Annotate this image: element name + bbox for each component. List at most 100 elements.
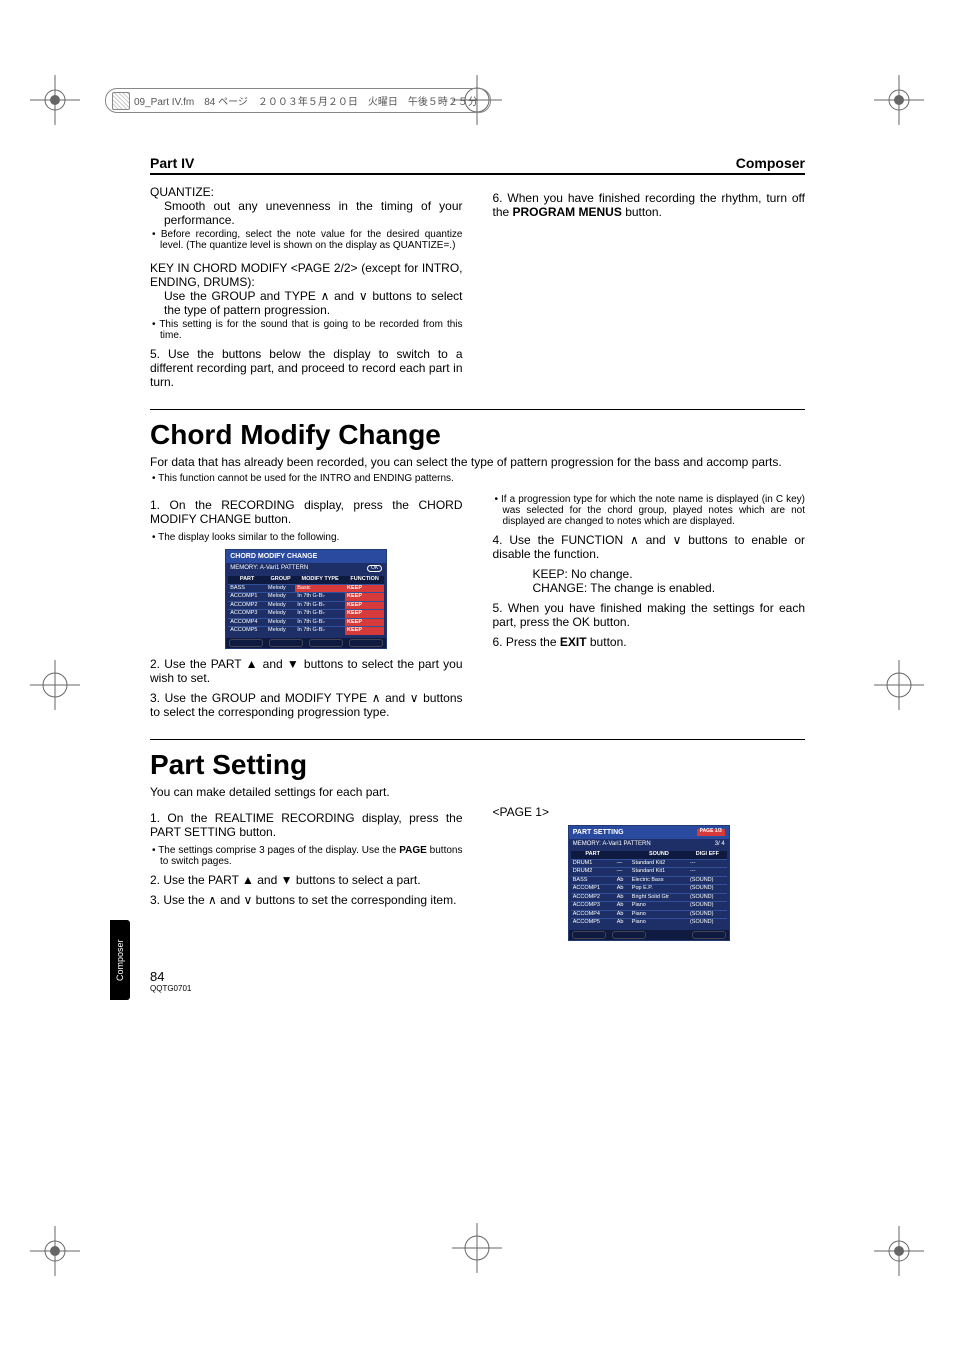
lcd1-cell: ACCOMP2 — [228, 601, 266, 610]
lcd2-cell: (SOUND) — [688, 876, 727, 885]
lcd2-cell: (SOUND) — [688, 902, 727, 911]
crop-mark-icon — [30, 75, 80, 125]
section2-step3: 3. Use the GROUP and MODIFY TYPE ∧ and ∨… — [150, 691, 463, 719]
lcd1-title: CHORD MODIFY CHANGE — [230, 553, 317, 560]
lcd1-cell: KEEP — [345, 593, 384, 602]
lcd2-cell: ACCOMP4 — [571, 910, 615, 919]
lcd2-cell: — — [615, 859, 630, 868]
lcd1-cell: ACCOMP1 — [228, 593, 266, 602]
keyin-head: KEY IN CHORD MODIFY <PAGE 2/2> (except f… — [150, 261, 463, 289]
crop-mark-icon — [874, 75, 924, 125]
lcd1-cell: KEEP — [345, 601, 384, 610]
lcd2-cell: DRUM1 — [571, 859, 615, 868]
lcd1-cell: In 7th G-B♭ — [295, 627, 345, 635]
lcd1-cell: ACCOMP3 — [228, 610, 266, 619]
s2-step4-text: Use the FUNCTION ∧ and ∨ buttons to enab… — [493, 533, 806, 561]
register-mark-icon — [452, 1223, 502, 1276]
lcd1-cell: Melody — [266, 618, 295, 627]
lcd2-cell: Bright Solid Gtr — [630, 893, 688, 902]
lcd1-cell: In 7th G-B♭ — [295, 618, 345, 627]
lcd1-cell: KEEP — [345, 627, 384, 635]
lcd2-cell: (SOUND) — [688, 893, 727, 902]
s3-step1-text: On the REALTIME RECORDING display, press… — [150, 811, 463, 839]
lcd2-cell: ACCOMP5 — [571, 919, 615, 927]
lcd2-cell: Ab — [615, 902, 630, 911]
lcd2-cell: ACCOMP1 — [571, 885, 615, 894]
crop-mark-icon — [30, 1226, 80, 1276]
quantize-body: Smooth out any unevenness in the timing … — [164, 199, 463, 227]
lcd1-col1: GROUP — [266, 576, 295, 584]
lcd1-cell: Melody — [266, 610, 295, 619]
lcd2-cell: Piano — [630, 902, 688, 911]
lcd2-cell: DRUM2 — [571, 868, 615, 877]
section2-step4: 4. Use the FUNCTION ∧ and ∨ buttons to e… — [493, 533, 806, 561]
lcd2-cell: BASS — [571, 876, 615, 885]
lcd1-cell: ACCOMP5 — [228, 627, 266, 635]
lcd1-cell: KEEP — [345, 610, 384, 619]
source-file-meta: 09_Part IV.fm 84 ページ ２００３年５月２０日 火曜日 午後５時… — [105, 88, 491, 113]
lcd2-page: PAGE 1/3 — [697, 829, 725, 836]
lcd2-cell: ACCOMP3 — [571, 902, 615, 911]
lcd2-cell: --- — [688, 859, 727, 868]
s2-step6-pre: Press the — [506, 635, 560, 649]
lcd2-cell: Ab — [615, 919, 630, 927]
section2-step1: 1. On the RECORDING display, press the C… — [150, 498, 463, 526]
lcd1-col3: FUNCTION — [345, 576, 384, 584]
s3-step2-text: Use the PART ▲ and ▼ buttons to select a… — [163, 873, 420, 887]
lcd1-cell: ACCOMP4 — [228, 618, 266, 627]
lcd2-cell: Ab — [615, 885, 630, 894]
section3-lead: You can make detailed settings for each … — [150, 785, 805, 799]
lcd1-col0: PART — [228, 576, 266, 584]
s2-step2-text: Use the PART ▲ and ▼ buttons to select t… — [150, 657, 463, 685]
lcd1-cell: Melody — [266, 584, 295, 593]
lcd1-mem: MEMORY: A-Vari1 PATTERN — [230, 565, 308, 572]
s2-step6-post: button. — [587, 635, 627, 649]
lcd1-ok: OK — [367, 565, 382, 572]
quantize-label: QUANTIZE: — [150, 185, 463, 199]
section1-step6: 6. When you have finished recording the … — [493, 191, 806, 219]
lcd2-cell: ACCOMP2 — [571, 893, 615, 902]
section2-step6: 6. Press the EXIT button. — [493, 635, 806, 649]
lcd-chord-modify: CHORD MODIFY CHANGE MEMORY: A-Vari1 PATT… — [225, 549, 387, 649]
lcd2-col2: SOUND — [630, 851, 688, 859]
section3-step2: 2. Use the PART ▲ and ▼ buttons to selec… — [150, 873, 463, 887]
lcd1-col2: MODIFY TYPE — [295, 576, 345, 584]
section2-step5: 5. When you have finished making the set… — [493, 601, 806, 629]
section3-step1-note: The settings comprise 3 pages of the dis… — [160, 845, 463, 867]
section3-step1: 1. On the REALTIME RECORDING display, pr… — [150, 811, 463, 839]
lcd2-cell: (SOUND) — [688, 919, 727, 927]
doc-code: QQTG0701 — [150, 984, 805, 993]
section2-title: Chord Modify Change — [150, 420, 805, 449]
page-number: 84 — [150, 969, 805, 984]
side-tab-label: Composer — [110, 920, 130, 1000]
lcd2-cell: Standard Kit2 — [630, 859, 688, 868]
lcd2-cell: Piano — [630, 910, 688, 919]
quantize-note: Before recording, select the note value … — [160, 229, 463, 251]
lcd1-cell: KEEP — [345, 584, 384, 593]
lcd1-cell: Melody — [266, 627, 295, 635]
lcd2-cell: Pop E.P. — [630, 885, 688, 894]
lcd2-col1 — [615, 851, 630, 859]
section2-lead: For data that has already been recorded,… — [150, 455, 805, 469]
s3-step3-text: Use the ∧ and ∨ buttons to set the corre… — [163, 893, 456, 907]
keyin-body: Use the GROUP and TYPE ∧ and ∨ buttons t… — [164, 289, 463, 317]
s2-step6-bold: EXIT — [560, 635, 587, 649]
section2-step1-note: The display looks similar to the followi… — [160, 532, 463, 543]
lcd1-cell: Melody — [266, 593, 295, 602]
keyin-note: This setting is for the sound that is go… — [160, 319, 463, 341]
lcd2-cell: Ab — [615, 893, 630, 902]
lcd1-cell: In 7th G-B♭ — [295, 610, 345, 619]
section3-step3: 3. Use the ∧ and ∨ buttons to set the co… — [150, 893, 463, 907]
s1-step6-post: button. — [622, 205, 662, 219]
lcd2-cell: Ab — [615, 876, 630, 885]
lcd2-col3: DIGI EFF — [688, 851, 727, 859]
page-1-label: <PAGE 1> — [493, 805, 806, 819]
section1-step5: 5. Use the buttons below the display to … — [150, 347, 463, 389]
section3-title: Part Setting — [150, 750, 805, 779]
lcd2-cell: (SOUND) — [688, 910, 727, 919]
lcd2-cell: (SOUND) — [688, 885, 727, 894]
s2-change: CHANGE: The change is enabled. — [533, 581, 806, 595]
lcd1-cell: In 7th G-B♭ — [295, 593, 345, 602]
lcd1-cell: BASS — [228, 584, 266, 593]
running-head-right: Composer — [736, 155, 805, 171]
